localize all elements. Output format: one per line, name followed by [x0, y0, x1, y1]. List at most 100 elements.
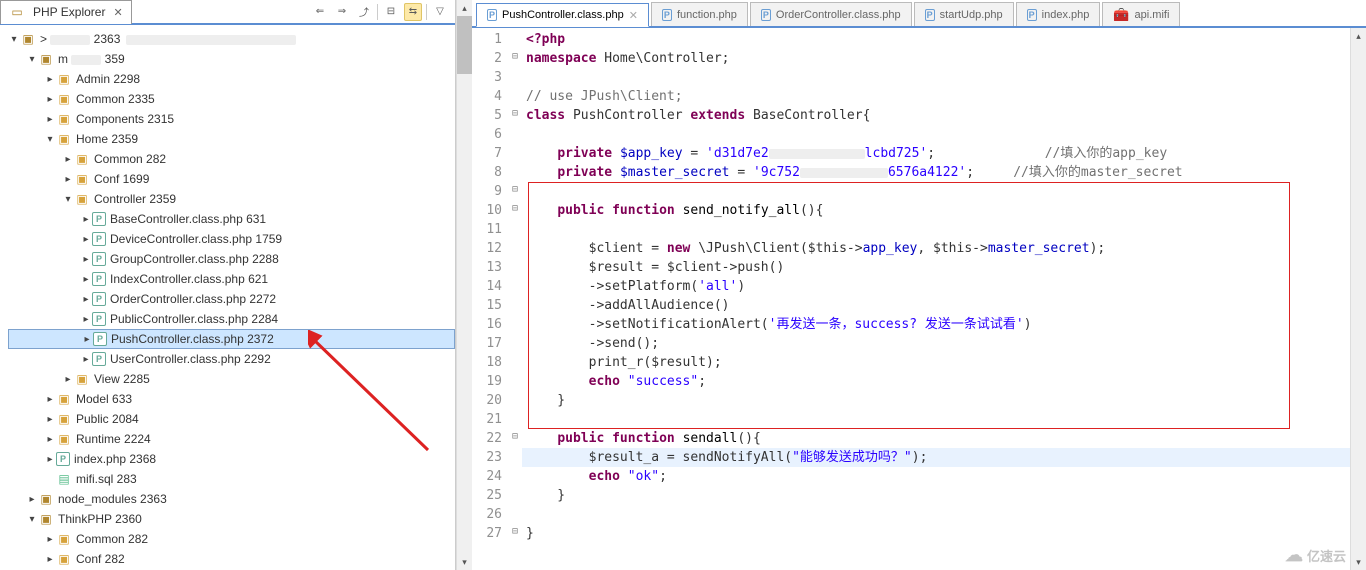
code-line[interactable]: ->addAllAudience(): [526, 296, 1346, 315]
scroll-down-icon[interactable]: ▾: [457, 554, 472, 570]
fold-column[interactable]: ⊟⊟⊟⊟⊟⊟: [508, 28, 522, 570]
code-line[interactable]: private $master_secret = '9c7526576a4122…: [526, 163, 1346, 182]
tree-item[interactable]: ▸▣Components 2315: [8, 109, 455, 129]
expand-icon[interactable]: ▸: [44, 454, 56, 465]
expand-icon[interactable]: ▸: [81, 334, 93, 345]
code-line[interactable]: }: [526, 391, 1346, 410]
code-line[interactable]: // use JPush\Client;: [526, 87, 1346, 106]
tree-item[interactable]: ▸PUserController.class.php 2292: [8, 349, 455, 369]
fold-toggle[interactable]: ⊟: [508, 522, 522, 541]
expand-icon[interactable]: ▸: [44, 394, 56, 405]
code-line[interactable]: $client = new \JPush\Client($this->app_k…: [526, 239, 1346, 258]
tree-item[interactable]: ▸Pindex.php 2368: [8, 449, 455, 469]
tree-item[interactable]: ▸▣Runtime 2224: [8, 429, 455, 449]
code-line[interactable]: class PushController extends BaseControl…: [526, 106, 1346, 125]
tree-item[interactable]: ▾▣ > 2363: [8, 29, 455, 49]
fold-toggle[interactable]: ⊟: [508, 104, 522, 123]
expand-icon[interactable]: ▸: [80, 274, 92, 285]
fold-toggle[interactable]: ⊟: [508, 199, 522, 218]
code-line[interactable]: [526, 220, 1346, 239]
tree-item[interactable]: ▸▣Conf 282: [8, 549, 455, 569]
tree-item[interactable]: ▾▣ThinkPHP 2360: [8, 509, 455, 529]
tree-item[interactable]: ▸PPublicController.class.php 2284: [8, 309, 455, 329]
editor-tab[interactable]: Pfunction.php: [651, 2, 748, 26]
tree-item[interactable]: ▸PIndexController.class.php 621: [8, 269, 455, 289]
editor-tab[interactable]: PstartUdp.php: [914, 2, 1014, 26]
code-line[interactable]: $result = $client->push(): [526, 258, 1346, 277]
code-line[interactable]: private $app_key = 'd31d7e2lcbd725'; //填…: [526, 144, 1346, 163]
code-line[interactable]: <?php: [526, 30, 1346, 49]
fold-toggle[interactable]: ⊟: [508, 180, 522, 199]
editor-tab[interactable]: 🧰api.mifi: [1102, 2, 1180, 26]
code-line[interactable]: }: [526, 486, 1346, 505]
code-line[interactable]: public function sendall(){: [526, 429, 1346, 448]
expand-icon[interactable]: ▸: [80, 294, 92, 305]
code-area[interactable]: <?phpnamespace Home\Controller; // use J…: [522, 28, 1350, 570]
code-line[interactable]: public function send_notify_all(){: [526, 201, 1346, 220]
tree-item[interactable]: ▸▣Common 2335: [8, 89, 455, 109]
tree-item[interactable]: ▾▣Home 2359: [8, 129, 455, 149]
expand-icon[interactable]: ▸: [80, 354, 92, 365]
expand-icon[interactable]: ▾: [26, 514, 38, 525]
code-line[interactable]: print_r($result);: [526, 353, 1346, 372]
code-line[interactable]: echo "success";: [526, 372, 1346, 391]
close-icon[interactable]: ✕: [629, 9, 638, 22]
back-icon[interactable]: ⇐: [311, 3, 329, 21]
tree-item[interactable]: ▸▣View 2285: [8, 369, 455, 389]
code-line[interactable]: ->setPlatform('all'): [526, 277, 1346, 296]
expand-icon[interactable]: ▸: [44, 434, 56, 445]
expand-icon[interactable]: ▸: [80, 234, 92, 245]
code-line[interactable]: [526, 68, 1346, 87]
scroll-thumb[interactable]: [457, 16, 472, 74]
code-line[interactable]: $result_a = sendNotifyAll("能够发送成功吗？");: [526, 448, 1346, 467]
tree-item[interactable]: ▸PDeviceController.class.php 1759: [8, 229, 455, 249]
tree-item[interactable]: ▤mifi.sql 283: [8, 469, 455, 489]
expand-icon[interactable]: ▸: [44, 534, 56, 545]
code-line[interactable]: ->send();: [526, 334, 1346, 353]
fold-toggle[interactable]: ⊟: [508, 47, 522, 66]
expand-icon[interactable]: ▸: [44, 74, 56, 85]
expand-icon[interactable]: ▸: [26, 494, 38, 505]
tree-item[interactable]: ▸POrderController.class.php 2272: [8, 289, 455, 309]
view-menu-icon[interactable]: ▽: [431, 3, 449, 21]
expand-icon[interactable]: ▸: [80, 214, 92, 225]
tree-item[interactable]: ▾▣m 359: [8, 49, 455, 69]
code-line[interactable]: namespace Home\Controller;: [526, 49, 1346, 68]
tree-item[interactable]: ▸PBaseController.class.php 631: [8, 209, 455, 229]
tree-item[interactable]: ▸▣Conf 1699: [8, 169, 455, 189]
expand-icon[interactable]: ▸: [80, 314, 92, 325]
scroll-up-icon[interactable]: ▴: [457, 0, 472, 16]
expand-icon[interactable]: ▸: [44, 414, 56, 425]
close-icon[interactable]: ✕: [113, 6, 122, 19]
link-editor-icon[interactable]: ⇆: [404, 3, 422, 21]
editor-tab[interactable]: PPushController.class.php✕: [476, 3, 649, 27]
project-tree[interactable]: ▾▣ > 2363▾▣m 359▸▣Admin 2298▸▣Common 233…: [0, 25, 455, 570]
expand-icon[interactable]: ▸: [44, 554, 56, 565]
explorer-scrollbar[interactable]: ▴ ▾: [456, 0, 472, 570]
editor-tab[interactable]: POrderController.class.php: [750, 2, 912, 26]
forward-icon[interactable]: ⇒: [333, 3, 351, 21]
expand-icon[interactable]: ▾: [26, 54, 38, 65]
expand-icon[interactable]: ▸: [80, 254, 92, 265]
code-line[interactable]: }: [526, 524, 1346, 543]
scroll-up-icon[interactable]: ▴: [1351, 28, 1366, 44]
tree-item[interactable]: ▸PGroupController.class.php 2288: [8, 249, 455, 269]
tree-item[interactable]: ▾▣Controller 2359: [8, 189, 455, 209]
scroll-down-icon[interactable]: ▾: [1351, 554, 1366, 570]
code-line[interactable]: [526, 182, 1346, 201]
code-line[interactable]: ->setNotificationAlert('再发送一条，success? 发…: [526, 315, 1346, 334]
code-line[interactable]: echo "ok";: [526, 467, 1346, 486]
up-icon[interactable]: ⤴: [355, 3, 373, 21]
expand-icon[interactable]: ▸: [62, 154, 74, 165]
expand-icon[interactable]: ▾: [44, 134, 56, 145]
tree-item[interactable]: ▸▣Common 282: [8, 529, 455, 549]
expand-icon[interactable]: ▾: [62, 194, 74, 205]
expand-icon[interactable]: ▾: [8, 34, 20, 45]
tree-item[interactable]: ▸▣node_modules 2363: [8, 489, 455, 509]
tree-item[interactable]: ▸▣Model 633: [8, 389, 455, 409]
collapse-icon[interactable]: ⊟: [382, 3, 400, 21]
expand-icon[interactable]: ▸: [44, 94, 56, 105]
editor-tab[interactable]: Pindex.php: [1016, 2, 1101, 26]
code-line[interactable]: [526, 125, 1346, 144]
tree-item[interactable]: ▸▣Public 2084: [8, 409, 455, 429]
